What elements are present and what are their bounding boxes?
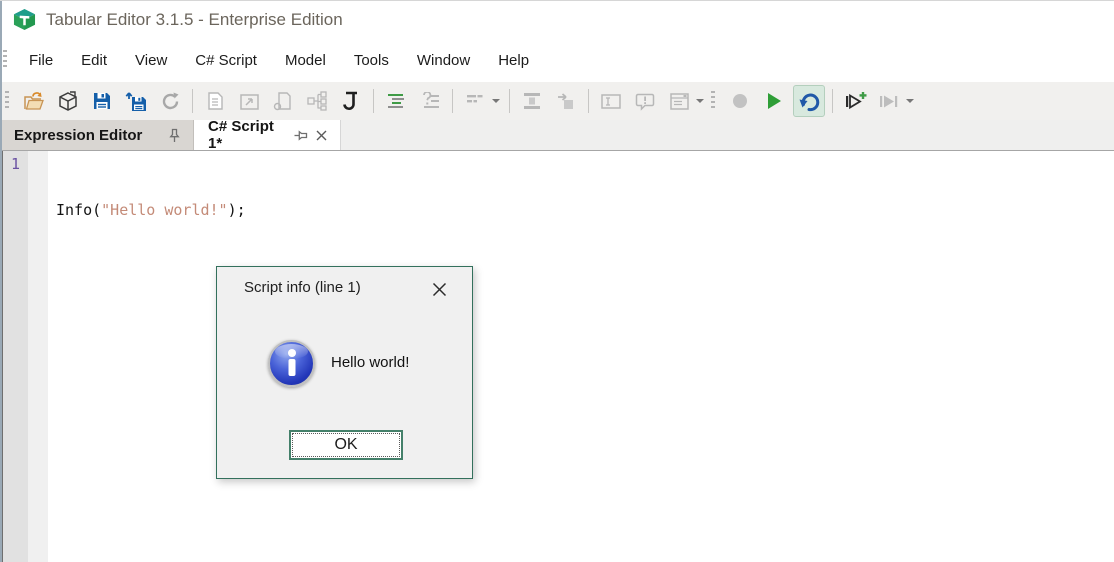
ok-button[interactable]: OK xyxy=(289,430,403,460)
toolbar xyxy=(0,82,1114,120)
window-list-icon xyxy=(669,92,689,110)
document-icon xyxy=(208,92,223,110)
tab-csharp-script-1[interactable]: C# Script 1* xyxy=(194,118,341,152)
page-reference-icon xyxy=(273,92,291,111)
format-code-button[interactable] xyxy=(381,86,411,116)
close-tab-icon[interactable] xyxy=(313,126,330,144)
hierarchy-button[interactable] xyxy=(302,86,332,116)
tab-label: Expression Editor xyxy=(14,126,143,144)
menu-help[interactable]: Help xyxy=(484,46,543,75)
menu-csharp-script[interactable]: C# Script xyxy=(181,46,271,75)
close-icon xyxy=(432,282,446,296)
csharp-script-icon xyxy=(343,91,357,111)
sort-list-icon xyxy=(467,95,483,103)
textbox-icon xyxy=(601,93,621,109)
menu-model[interactable]: Model xyxy=(271,46,340,75)
pin-horizontal-icon[interactable] xyxy=(292,126,309,144)
menu-edit[interactable]: Edit xyxy=(67,46,121,75)
window-title: Tabular Editor 3.1.5 - Enterprise Editio… xyxy=(46,9,343,29)
code-area[interactable]: Info("Hello world!"); xyxy=(48,151,1114,562)
tab-expression-editor[interactable]: Expression Editor xyxy=(0,120,194,150)
format-code-icon xyxy=(388,94,404,108)
app-logo-icon xyxy=(13,8,36,31)
line-number-gutter: 1 xyxy=(3,151,28,562)
textbox-button[interactable] xyxy=(596,86,626,116)
pin-vertical-icon[interactable] xyxy=(165,126,183,144)
toolbar-separator xyxy=(373,89,374,113)
csharp-script-button[interactable] xyxy=(336,86,366,116)
message-bubble-icon xyxy=(635,93,655,111)
script-info-dialog: Script info (line 1) Hello world! OK xyxy=(216,266,473,479)
sort-list-button[interactable] xyxy=(460,86,490,116)
save-button[interactable] xyxy=(87,86,117,116)
open-file-icon xyxy=(24,91,44,110)
preview-window-icon xyxy=(239,93,259,110)
menubar-grip-handle[interactable] xyxy=(3,50,7,70)
preview-window-button[interactable] xyxy=(234,86,264,116)
open-model-button[interactable] xyxy=(53,86,83,116)
run-new-script-button[interactable] xyxy=(840,86,870,116)
code-segment: Info( xyxy=(56,201,102,219)
record-icon xyxy=(733,94,747,108)
menu-bar: File Edit View C# Script Model Tools Win… xyxy=(0,38,1114,82)
window-list-button[interactable] xyxy=(664,86,694,116)
toolbar-separator xyxy=(452,89,453,113)
menu-window[interactable]: Window xyxy=(403,46,484,75)
document-tab-strip: Expression Editor C# Script 1* xyxy=(0,118,1114,152)
run-to-cursor-dropdown-arrow[interactable] xyxy=(906,99,914,103)
record-macro-button[interactable] xyxy=(725,86,755,116)
window-list-dropdown-arrow[interactable] xyxy=(696,99,704,103)
undo-icon xyxy=(799,93,820,112)
hierarchy-icon xyxy=(307,91,327,111)
comment-lines-button[interactable] xyxy=(415,86,445,116)
window-left-border xyxy=(0,1,2,562)
undo-button[interactable] xyxy=(793,85,825,117)
page-reference-button[interactable] xyxy=(268,86,298,116)
string-literal-segment: "Hello world!" xyxy=(101,201,228,219)
move-into-button[interactable] xyxy=(551,86,581,116)
code-line: Info("Hello world!"); xyxy=(56,199,1114,221)
run-new-script-icon xyxy=(845,91,866,109)
toolbar-grip-handle[interactable] xyxy=(5,91,9,111)
menu-tools[interactable]: Tools xyxy=(340,46,403,75)
comment-lines-icon xyxy=(422,92,439,108)
sort-list-dropdown-arrow[interactable] xyxy=(492,99,500,103)
dialog-title: Script info (line 1) xyxy=(244,279,361,296)
insert-column-icon xyxy=(524,93,540,109)
insert-column-button[interactable] xyxy=(517,86,547,116)
menu-file[interactable]: File xyxy=(15,46,67,75)
toolbar-separator xyxy=(509,89,510,113)
toolbar-separator xyxy=(832,89,833,113)
save-as-icon xyxy=(125,91,146,111)
open-file-button[interactable] xyxy=(19,86,49,116)
code-editor[interactable]: 1 Info("Hello world!"); xyxy=(0,151,1114,562)
code-segment: ); xyxy=(227,201,246,219)
toolbar-separator xyxy=(588,89,589,113)
toolbar-separator xyxy=(192,89,193,113)
line-number: 1 xyxy=(10,155,21,173)
message-bubble-button[interactable] xyxy=(630,86,660,116)
toolbar-grip-handle[interactable] xyxy=(711,91,715,111)
new-document-button[interactable] xyxy=(200,86,230,116)
dialog-message: Hello world! xyxy=(331,354,410,371)
save-icon xyxy=(94,93,110,109)
move-into-icon xyxy=(558,93,573,109)
save-as-button[interactable] xyxy=(121,86,151,116)
run-to-cursor-button[interactable] xyxy=(874,86,904,116)
refresh-button[interactable] xyxy=(155,86,185,116)
run-to-cursor-icon xyxy=(879,95,897,107)
open-model-cube-icon xyxy=(59,91,77,111)
run-script-button[interactable] xyxy=(759,86,789,116)
title-bar: Tabular Editor 3.1.5 - Enterprise Editio… xyxy=(0,1,1114,38)
play-icon xyxy=(767,93,781,109)
tab-label: C# Script 1* xyxy=(208,118,274,152)
info-icon xyxy=(268,340,315,387)
menu-view[interactable]: View xyxy=(121,46,181,75)
code-folding-margin xyxy=(28,151,48,562)
refresh-icon xyxy=(162,92,178,109)
dialog-close-button[interactable] xyxy=(430,280,448,298)
